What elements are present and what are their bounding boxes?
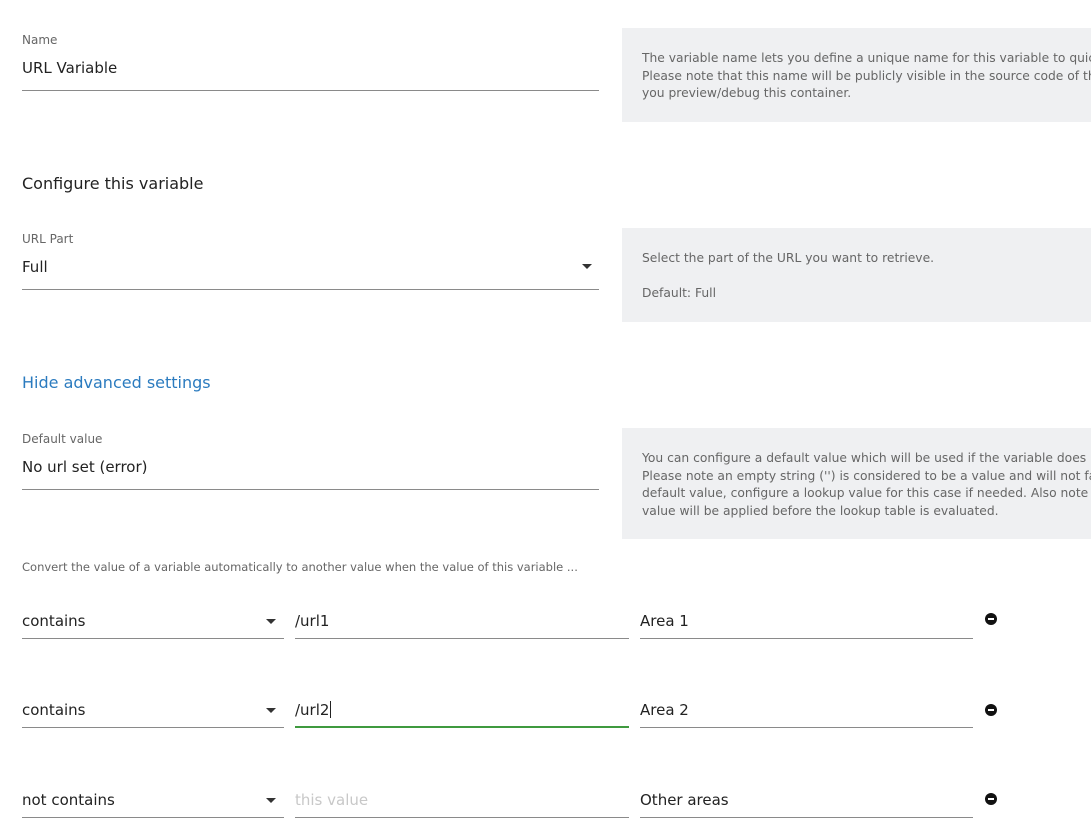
chevron-down-icon[interactable] bbox=[266, 619, 276, 624]
lookup-operator-value: not contains bbox=[22, 791, 115, 809]
help-line: The variable name lets you define a uniq… bbox=[642, 51, 1091, 65]
help-line: You can configure a default value which … bbox=[642, 451, 1091, 465]
lookup-operator-value: contains bbox=[22, 701, 86, 719]
variable-editor: Name URL Variable The variable name lets… bbox=[0, 0, 1091, 830]
lookup-match-value: /url1 bbox=[295, 612, 330, 630]
configure-section-title: Configure this variable bbox=[22, 174, 204, 193]
help-line: Select the part of the URL you want to r… bbox=[642, 251, 935, 265]
text-cursor bbox=[330, 701, 332, 718]
remove-row-icon[interactable] bbox=[985, 793, 997, 805]
lookup-operator-select[interactable]: contains bbox=[22, 606, 284, 639]
remove-row-icon[interactable] bbox=[985, 613, 997, 625]
name-help-box: The variable name lets you define a uniq… bbox=[622, 28, 1091, 122]
default-value-help-box: You can configure a default value which … bbox=[622, 428, 1091, 539]
url-part-field[interactable]: URL Part Full bbox=[22, 232, 599, 290]
lookup-operator-value: contains bbox=[22, 612, 86, 630]
name-label: Name bbox=[22, 33, 58, 47]
chevron-down-icon[interactable] bbox=[266, 708, 276, 713]
chevron-down-icon[interactable] bbox=[582, 264, 592, 269]
name-input[interactable]: URL Variable bbox=[22, 58, 599, 91]
lookup-match-value-input[interactable]: /url2 bbox=[295, 695, 629, 728]
chevron-down-icon[interactable] bbox=[266, 798, 276, 803]
url-part-help-box: Select the part of the URL you want to r… bbox=[622, 228, 1091, 322]
hide-advanced-settings-link[interactable]: Hide advanced settings bbox=[22, 373, 211, 393]
lookup-result-value: Area 2 bbox=[640, 701, 689, 719]
url-part-selected-value: Full bbox=[22, 258, 48, 276]
lookup-result-input[interactable]: Area 1 bbox=[640, 606, 973, 639]
lookup-match-placeholder: this value bbox=[295, 791, 369, 809]
help-line: default value, configure a lookup value … bbox=[642, 486, 1091, 501]
lookup-result-input[interactable]: Area 2 bbox=[640, 695, 973, 728]
help-line: Please note that this name will be publi… bbox=[642, 68, 1091, 83]
help-line bbox=[642, 268, 1091, 286]
lookup-match-value-input[interactable]: this value bbox=[295, 785, 629, 818]
default-value-label: Default value bbox=[22, 432, 103, 446]
url-part-select[interactable]: Full bbox=[22, 257, 599, 290]
help-line: value will be applied before the lookup … bbox=[642, 504, 999, 519]
url-part-label: URL Part bbox=[22, 232, 74, 246]
lookup-operator-select[interactable]: not contains bbox=[22, 785, 284, 818]
default-value-input[interactable]: No url set (error) bbox=[22, 457, 599, 490]
lookup-result-input[interactable]: Other areas bbox=[640, 785, 973, 818]
lookup-result-value: Area 1 bbox=[640, 612, 689, 630]
lookup-table-description: Convert the value of a variable automati… bbox=[22, 560, 578, 574]
lookup-operator-select[interactable]: contains bbox=[22, 695, 284, 728]
default-value-field[interactable]: Default value No url set (error) bbox=[22, 432, 599, 490]
name-field[interactable]: Name URL Variable bbox=[22, 33, 599, 91]
lookup-result-value: Other areas bbox=[640, 791, 729, 809]
help-line: Default: Full bbox=[642, 286, 717, 301]
help-line: you preview/debug this container. bbox=[642, 86, 852, 101]
lookup-match-value: /url2 bbox=[295, 701, 330, 719]
help-line: Please note an empty string ('') is cons… bbox=[642, 468, 1091, 483]
remove-row-icon[interactable] bbox=[985, 704, 997, 716]
lookup-match-value-input[interactable]: /url1 bbox=[295, 606, 629, 639]
